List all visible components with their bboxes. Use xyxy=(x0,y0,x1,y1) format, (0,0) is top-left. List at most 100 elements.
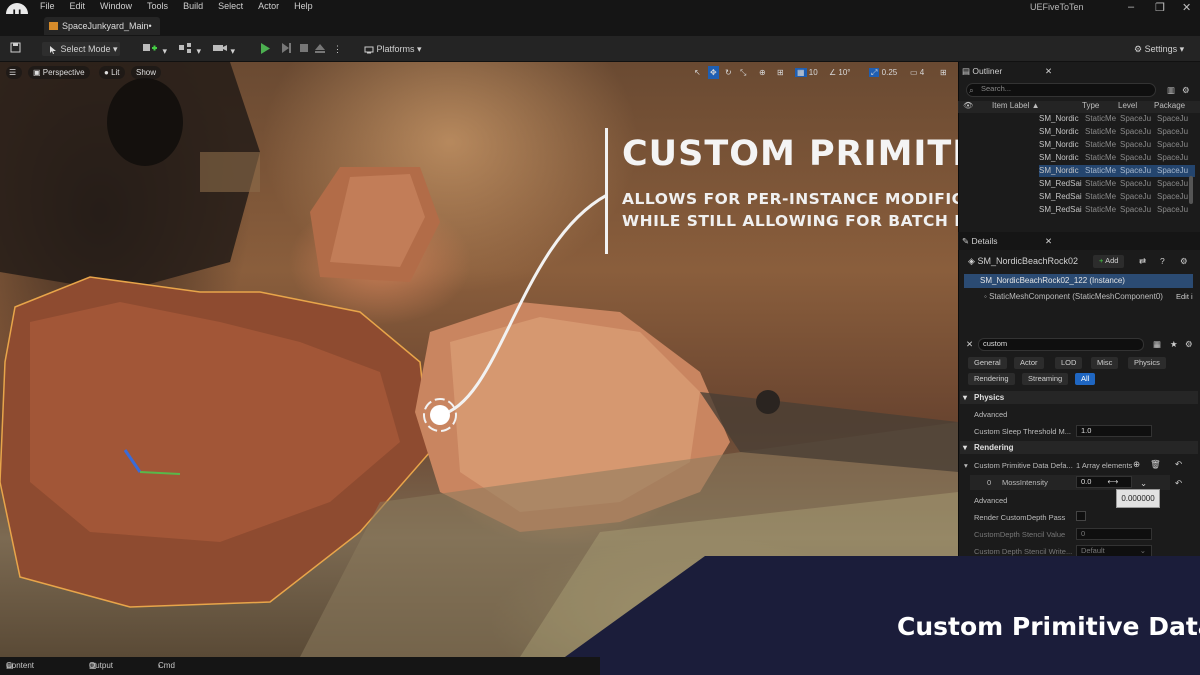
select-mode-dropdown[interactable]: Select Mode ▾ xyxy=(42,42,120,56)
filter-rendering[interactable]: Rendering xyxy=(968,373,1015,385)
step-icon[interactable] xyxy=(280,42,292,56)
show-button[interactable]: Show xyxy=(131,66,162,79)
details-close-icon[interactable]: ✕ xyxy=(1045,236,1052,247)
table-view-icon[interactable]: ▦ xyxy=(1153,339,1161,350)
advanced-physics[interactable]: Advanced xyxy=(974,410,1007,419)
filter-lod[interactable]: LOD xyxy=(1055,357,1083,369)
table-row[interactable]: SM_RedSai StaticMe SpaceJu SpaceJu xyxy=(1039,178,1195,190)
close-icon[interactable]: ✕ xyxy=(1182,1,1191,14)
cpd-expand-icon[interactable]: ▾ xyxy=(964,461,968,470)
table-row[interactable]: SM_Nordic StaticMe SpaceJu SpaceJu xyxy=(1039,113,1195,125)
reset-cpd-icon[interactable]: ↶ xyxy=(1175,459,1182,470)
menu-tools[interactable]: Tools xyxy=(147,1,168,11)
play-icon[interactable] xyxy=(258,42,272,56)
edit-link[interactable]: Edit i xyxy=(1176,292,1193,301)
filter-misc[interactable]: Misc xyxy=(1091,357,1119,369)
viewport-menu-icon[interactable]: ☰ xyxy=(6,66,22,79)
details-search-input[interactable]: custom xyxy=(978,338,1144,351)
menu-actor[interactable]: Actor xyxy=(258,1,279,11)
cinematics-icon[interactable]: ▾ xyxy=(212,42,235,56)
help-icon[interactable]: ? xyxy=(1160,256,1165,266)
details-settings-icon[interactable]: ⚙ xyxy=(1180,256,1188,267)
cursor-icon xyxy=(50,45,56,54)
component-row[interactable]: ◦ StaticMeshComponent (StaticMeshCompone… xyxy=(958,291,1200,303)
rotation-snap-button[interactable]: ∠ 10° xyxy=(829,66,851,79)
stencil-value-input[interactable]: 0 xyxy=(1076,528,1152,540)
table-row-selected[interactable]: SM_Nordic StaticMe SpaceJu SpaceJu xyxy=(1039,165,1195,177)
details-filter-settings-icon[interactable]: ⚙ xyxy=(1185,339,1193,350)
col-level[interactable]: Level xyxy=(1118,101,1137,110)
filter-all[interactable]: All xyxy=(1075,373,1096,385)
filter-physics[interactable]: Physics xyxy=(1128,357,1166,369)
row-label: SM_RedSai xyxy=(1039,205,1082,214)
layout-icon[interactable]: ⊞ xyxy=(940,66,947,79)
camera-speed-button[interactable]: ▭ 4 xyxy=(910,66,924,79)
filter-general[interactable]: General xyxy=(968,357,1007,369)
table-row[interactable]: SM_Nordic StaticMe SpaceJu SpaceJu xyxy=(1039,126,1195,138)
filter-streaming[interactable]: Streaming xyxy=(1022,373,1069,385)
minimize-icon[interactable]: – xyxy=(1128,1,1134,13)
surface-snap-icon[interactable]: ⊞ xyxy=(777,66,784,79)
menu-select[interactable]: Select xyxy=(218,1,243,11)
maximize-icon[interactable]: ❐ xyxy=(1155,1,1165,14)
scale-snap-button[interactable]: ⤢ 0.25 xyxy=(869,66,897,79)
rotate-tool-icon[interactable]: ↻ xyxy=(725,66,732,79)
advanced-rendering[interactable]: Advanced xyxy=(974,496,1007,505)
save-icon[interactable] xyxy=(10,42,21,56)
add-component-button[interactable]: + Add xyxy=(1093,255,1125,268)
outliner-settings-icon[interactable]: ⚙ xyxy=(1182,85,1190,96)
play-options-icon[interactable]: ⋮ xyxy=(333,42,342,56)
delete-elements-icon[interactable]: 🗑 xyxy=(1150,459,1161,470)
col-item-label[interactable]: Item Label ▲ xyxy=(992,101,1040,110)
lit-button[interactable]: ● Lit xyxy=(99,66,125,79)
favorites-icon[interactable]: ★ xyxy=(1170,339,1178,350)
filter-icon[interactable]: ▥ xyxy=(1167,85,1175,96)
add-element-icon[interactable]: ⊕ xyxy=(1133,459,1140,470)
sleep-threshold-input[interactable]: 1.0 xyxy=(1076,425,1152,437)
menu-build[interactable]: Build xyxy=(183,1,203,11)
col-type[interactable]: Type xyxy=(1082,101,1099,110)
eject-icon[interactable] xyxy=(314,42,326,56)
grid-snap-value: 10 xyxy=(808,68,818,77)
render-custom-depth-checkbox[interactable] xyxy=(1076,511,1086,521)
add-content-icon[interactable]: ▾ xyxy=(142,42,167,56)
table-row[interactable]: SM_RedSai StaticMe SpaceJu SpaceJu xyxy=(1039,204,1195,216)
grid-snap-button[interactable]: ▦ 10 xyxy=(795,66,818,79)
instance-row[interactable]: SM_NordicBeachRock02_122 (Instance) xyxy=(964,274,1193,288)
select-tool-icon[interactable]: ↖ xyxy=(694,66,701,79)
world-space-icon[interactable]: ⊕ xyxy=(759,66,766,79)
menu-file[interactable]: File xyxy=(40,1,55,11)
menu-help[interactable]: Help xyxy=(294,1,313,11)
stop-icon[interactable] xyxy=(298,42,310,56)
table-row[interactable]: SM_RedSai StaticMe SpaceJu SpaceJu xyxy=(1039,191,1195,203)
stencil-write-dropdown[interactable]: Default ⌄ xyxy=(1076,545,1152,557)
menu-edit[interactable]: Edit xyxy=(70,1,86,11)
settings-button[interactable]: ⚙ Settings ▾ xyxy=(1134,42,1184,56)
menu-window[interactable]: Window xyxy=(100,1,132,11)
outliner-search-input[interactable]: Search... xyxy=(966,83,1156,97)
reset-element-icon[interactable]: ↶ xyxy=(1175,478,1182,489)
search-icon: ⌕ xyxy=(969,85,974,95)
perspective-label: Perspective xyxy=(42,68,85,77)
filter-actor[interactable]: Actor xyxy=(1014,357,1044,369)
moss-intensity-input[interactable]: 0.0 ⟷ xyxy=(1076,476,1132,488)
platforms-dropdown[interactable]: Platforms ▾ xyxy=(364,42,422,56)
perspective-button[interactable]: ▣ Perspective xyxy=(28,66,90,79)
table-row[interactable]: SM_Nordic StaticMe SpaceJu SpaceJu xyxy=(1039,152,1195,164)
physics-section[interactable]: ▾ Physics xyxy=(960,391,1198,404)
outliner-scrollbar[interactable] xyxy=(1189,176,1193,204)
tab-level[interactable]: SpaceJunkyard_Main• xyxy=(44,17,160,35)
blueprint-convert-icon[interactable]: ⇄ xyxy=(1139,256,1146,267)
scale-tool-icon[interactable]: ⤡ xyxy=(740,66,746,79)
element-dropdown-icon[interactable]: ⌄ xyxy=(1140,478,1147,489)
outliner-close-icon[interactable]: ✕ xyxy=(1045,66,1052,77)
outliner-tab[interactable]: ▤ Outliner xyxy=(962,66,1002,77)
move-tool-icon[interactable]: ✥ xyxy=(708,66,719,79)
clear-search-icon[interactable]: ✕ xyxy=(966,339,973,350)
rendering-section[interactable]: ▾ Rendering xyxy=(960,441,1198,454)
drag-cursor-icon: ⟷ xyxy=(1107,477,1119,486)
table-row[interactable]: SM_Nordic StaticMe SpaceJu SpaceJu xyxy=(1039,139,1195,151)
blueprint-icon[interactable]: ▾ xyxy=(178,42,201,56)
col-package[interactable]: Package xyxy=(1154,101,1185,110)
details-tab[interactable]: ✎ Details xyxy=(962,236,997,247)
